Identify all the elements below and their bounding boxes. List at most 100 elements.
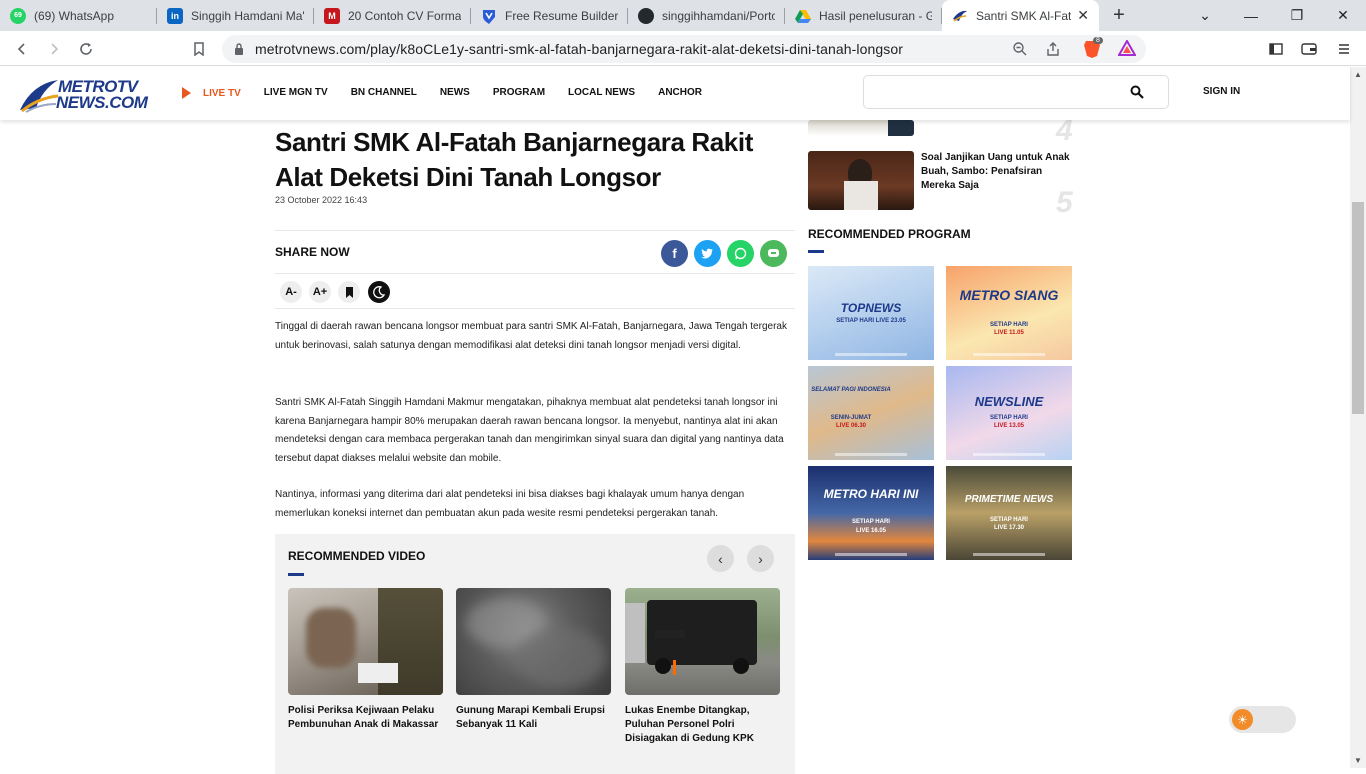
video-card[interactable]: Gunung Marapi Kembali Erupsi Sebanyak 11…	[456, 588, 611, 732]
close-window-icon[interactable]: ✕	[1320, 0, 1366, 31]
program-title: METRO HARI INI	[823, 487, 919, 501]
url-text: metrotvnews.com/play/k8oCLe1y-santri-smk…	[255, 41, 904, 57]
program-card-primetime-news[interactable]: PRIMETIME NEWS SETIAP HARI LIVE 17.30	[946, 466, 1072, 560]
sun-icon: ☀	[1232, 709, 1253, 730]
search-input[interactable]	[872, 77, 1122, 107]
scrollbar-thumb[interactable]	[1352, 202, 1364, 414]
new-tab-button[interactable]: +	[1099, 0, 1139, 31]
article-paragraph: Tinggal di daerah rawan bencana longsor …	[275, 321, 787, 351]
address-bar[interactable]: metrotvnews.com/play/k8oCLe1y-santri-smk…	[222, 35, 1146, 63]
tab-linkedin[interactable]: in Singgih Hamdani Ma'r	[157, 0, 314, 31]
wallet-icon[interactable]	[1296, 36, 1322, 62]
carousel-next-button[interactable]: ›	[747, 545, 774, 572]
minimize-icon[interactable]: —	[1228, 0, 1274, 31]
tab-github[interactable]: singgihhamdani/Porto	[628, 0, 785, 31]
program-card-metro-hari-ini[interactable]: METRO HARI INI SETIAP HARI LIVE 16.05	[808, 466, 934, 560]
metrotvnews-logo[interactable]: METROTV NEWS.COM	[18, 74, 148, 114]
article-headline: Santri SMK Al-Fatah Banjarnegara Rakit A…	[275, 127, 753, 192]
search-icon[interactable]	[1130, 85, 1144, 99]
brave-rewards-icon[interactable]	[1117, 38, 1137, 61]
nav-live-mgn-tv[interactable]: LIVE MGN TV	[264, 87, 328, 99]
lock-icon	[235, 43, 243, 55]
nav-local-news[interactable]: LOCAL NEWS	[568, 87, 635, 99]
theme-toggle[interactable]: ☀	[1229, 706, 1296, 733]
video-card[interactable]: Polisi Periksa Kejiwaan Pelaku Pembunuha…	[288, 588, 443, 732]
video-thumbnail[interactable]	[456, 588, 611, 695]
program-socials	[973, 553, 1045, 556]
carousel-prev-button[interactable]: ‹	[707, 545, 734, 572]
scroll-up-icon[interactable]: ▲	[1354, 70, 1362, 79]
nav-live-tv[interactable]: LIVE TV	[182, 87, 241, 99]
video-thumbnail[interactable]	[625, 588, 780, 695]
line-share-icon[interactable]	[760, 240, 787, 267]
tab-search-chevron-icon[interactable]: ⌄	[1182, 0, 1228, 31]
dark-mode-icon[interactable]	[368, 281, 390, 303]
font-decrease-button[interactable]: A-	[280, 281, 302, 303]
popular-thumbnail[interactable]	[808, 151, 914, 210]
heading-underline	[808, 250, 824, 253]
tab-title: (69) WhatsApp	[34, 8, 115, 23]
program-title: SELAMAT PAGI INDONESIA	[811, 387, 891, 393]
close-tab-icon[interactable]: ✕	[1077, 7, 1089, 24]
tab-active-metrotv[interactable]: Santri SMK Al-Fatah ✕	[942, 0, 1099, 31]
program-title: TOPNEWS	[840, 301, 902, 315]
nav-news[interactable]: NEWS	[440, 87, 470, 99]
sidebar-toggle-icon[interactable]	[1263, 36, 1289, 62]
back-icon[interactable]	[9, 36, 35, 62]
tab-title: singgihhamdani/Porto	[662, 8, 775, 23]
twitter-share-icon[interactable]	[694, 240, 721, 267]
tab-google-drive[interactable]: Hasil penelusuran - Go	[785, 0, 942, 31]
browser-tab-strip: 69 (69) WhatsApp in Singgih Hamdani Ma'r…	[0, 0, 1366, 31]
program-card-metro-siang[interactable]: METRO SIANG SETIAP HARI LIVE 11.05	[946, 266, 1072, 360]
nav-program[interactable]: PROGRAM	[493, 87, 545, 99]
zoom-icon[interactable]	[1012, 41, 1028, 62]
site-search	[863, 75, 1169, 109]
tab-title: 20 Contoh CV Formal,	[348, 8, 461, 23]
scroll-down-icon[interactable]: ▼	[1354, 756, 1362, 765]
nav-anchor[interactable]: ANCHOR	[658, 87, 702, 99]
whatsapp-share-icon[interactable]	[727, 240, 754, 267]
brave-shields-icon[interactable]: 8	[1083, 37, 1103, 59]
program-card-newsline[interactable]: NEWSLINE SETIAP HARI LIVE 13.05	[946, 366, 1072, 460]
article-paragraph: Santri SMK Al-Fatah Singgih Hamdani Makm…	[275, 397, 784, 465]
popular-thumbnail[interactable]	[808, 120, 914, 136]
tab-cv-formal[interactable]: M 20 Contoh CV Formal,	[314, 0, 471, 31]
program-socials	[973, 353, 1045, 356]
video-thumbnail[interactable]	[288, 588, 443, 695]
tab-title: Free Resume Builder -	[505, 8, 618, 23]
sign-in-link[interactable]: SIGN IN	[1203, 86, 1240, 97]
popular-title[interactable]: Soal Janjikan Uang untuk Anak Buah, Samb…	[921, 151, 1076, 193]
forward-icon[interactable]	[41, 36, 67, 62]
share-icon[interactable]	[1045, 41, 1061, 62]
linkedin-icon: in	[167, 7, 183, 24]
m-logo-icon: M	[324, 7, 340, 24]
bookmark-icon[interactable]	[186, 36, 212, 62]
recommended-video-heading: RECOMMENDED VIDEO	[288, 549, 426, 563]
bookmark-article-icon[interactable]	[338, 281, 360, 303]
program-socials	[835, 553, 907, 556]
browser-toolbar: metrotvnews.com/play/k8oCLe1y-santri-smk…	[0, 31, 1366, 66]
tab-resume-builder[interactable]: Free Resume Builder -	[471, 0, 628, 31]
recommended-video-section: RECOMMENDED VIDEO ‹ › Polisi Periksa Kej…	[275, 534, 795, 774]
recommended-program-heading: RECOMMENDED PROGRAM	[808, 227, 971, 241]
nav-bn-channel[interactable]: BN CHANNEL	[351, 87, 417, 99]
tab-whatsapp[interactable]: 69 (69) WhatsApp	[0, 0, 157, 31]
whatsapp-icon: 69	[10, 7, 26, 24]
program-schedule: SETIAP HARI LIVE 16.05	[852, 519, 890, 534]
page-scrollbar[interactable]	[1350, 67, 1366, 768]
program-schedule: SETIAP HARI LIVE 17.30	[990, 517, 1028, 531]
facebook-share-icon[interactable]: f	[661, 240, 688, 267]
menu-icon[interactable]	[1331, 36, 1357, 62]
program-socials	[973, 453, 1045, 456]
reload-icon[interactable]	[73, 36, 99, 62]
site-header: METROTV NEWS.COM LIVE TV LIVE MGN TV BN …	[0, 67, 1350, 120]
program-card-topnews[interactable]: TOPNEWS SETIAP HARI LIVE 23.05	[808, 266, 934, 360]
nav-label: LIVE TV	[203, 87, 241, 99]
video-card[interactable]: Lukas Enembe Ditangkap, Puluhan Personel…	[625, 588, 780, 746]
program-card-selamat-pagi[interactable]: SELAMAT PAGI INDONESIA SENIN-JUMAT LIVE 0…	[808, 366, 934, 460]
article-date: 23 October 2022 16:43	[275, 195, 368, 205]
font-increase-button[interactable]: A+	[309, 281, 331, 303]
restore-icon[interactable]: ❐	[1274, 0, 1320, 31]
google-drive-icon	[795, 8, 811, 24]
tab-title: Santri SMK Al-Fatah	[976, 8, 1072, 23]
